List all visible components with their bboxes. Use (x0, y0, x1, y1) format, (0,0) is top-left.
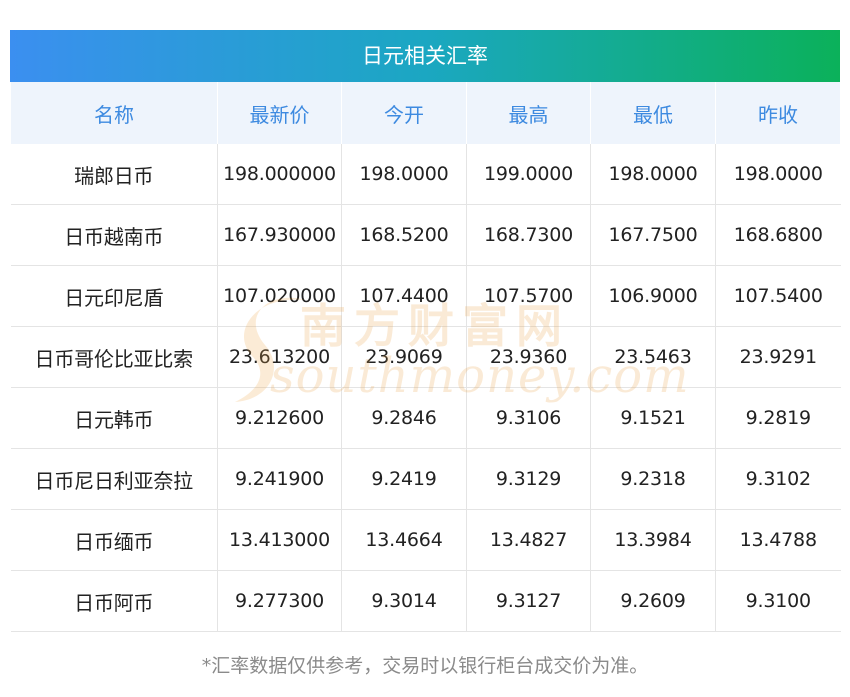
low-price-cell: 23.5463 (590, 326, 716, 388)
high-price-cell: 168.7300 (466, 204, 591, 266)
latest-price-cell: 23.613200 (217, 326, 342, 388)
open-price-cell: 23.9069 (341, 326, 467, 388)
low-price-cell: 106.9000 (590, 265, 716, 327)
column-header-latest: 最新价 (217, 82, 342, 144)
low-price-cell: 9.2318 (590, 448, 716, 510)
currency-pair-name: 日元印尼盾 (10, 265, 218, 327)
table-row: 日元韩币 9.212600 9.2846 9.3106 9.1521 9.281… (10, 387, 841, 449)
exchange-rate-card: 日元相关汇率 名称 最新价 今开 最高 最低 昨收 瑞郎日币 198.00000… (10, 30, 841, 632)
prev-close-cell: 198.0000 (715, 144, 841, 205)
prev-close-cell: 9.2819 (715, 387, 841, 449)
column-header-open: 今开 (341, 82, 467, 144)
currency-pair-name: 日币越南币 (10, 204, 218, 266)
column-header-name: 名称 (10, 82, 218, 144)
table-row: 日币越南币 167.930000 168.5200 168.7300 167.7… (10, 204, 841, 266)
open-price-cell: 107.4400 (341, 265, 467, 327)
open-price-cell: 9.3014 (341, 570, 467, 632)
open-price-cell: 168.5200 (341, 204, 467, 266)
high-price-cell: 199.0000 (466, 144, 591, 205)
currency-pair-name: 日币哥伦比亚比索 (10, 326, 218, 388)
low-price-cell: 167.7500 (590, 204, 716, 266)
table-row: 日币缅币 13.413000 13.4664 13.4827 13.3984 1… (10, 509, 841, 571)
currency-pair-name: 瑞郎日币 (10, 144, 218, 205)
table-title: 日元相关汇率 (10, 30, 840, 82)
low-price-cell: 198.0000 (590, 144, 716, 205)
high-price-cell: 9.3129 (466, 448, 591, 510)
high-price-cell: 9.3106 (466, 387, 591, 449)
open-price-cell: 13.4664 (341, 509, 467, 571)
table-row: 瑞郎日币 198.000000 198.0000 199.0000 198.00… (10, 144, 841, 205)
prev-close-cell: 9.3102 (715, 448, 841, 510)
latest-price-cell: 198.000000 (217, 144, 342, 205)
latest-price-cell: 9.277300 (217, 570, 342, 632)
column-header-prev-close: 昨收 (715, 82, 841, 144)
high-price-cell: 13.4827 (466, 509, 591, 571)
column-header-high: 最高 (466, 82, 591, 144)
table-header-row: 名称 最新价 今开 最高 最低 昨收 (10, 82, 841, 144)
currency-pair-name: 日币尼日利亚奈拉 (10, 448, 218, 510)
open-price-cell: 9.2419 (341, 448, 467, 510)
disclaimer-note: *汇率数据仅供参考，交易时以银行柜台成交价为准。 (201, 655, 649, 677)
currency-pair-name: 日元韩币 (10, 387, 218, 449)
currency-pair-name: 日币阿币 (10, 570, 218, 632)
latest-price-cell: 13.413000 (217, 509, 342, 571)
high-price-cell: 107.5700 (466, 265, 591, 327)
low-price-cell: 13.3984 (590, 509, 716, 571)
low-price-cell: 9.1521 (590, 387, 716, 449)
prev-close-cell: 13.4788 (715, 509, 841, 571)
latest-price-cell: 9.212600 (217, 387, 342, 449)
currency-pair-name: 日币缅币 (10, 509, 218, 571)
table-row: 日币尼日利亚奈拉 9.241900 9.2419 9.3129 9.2318 9… (10, 448, 841, 510)
open-price-cell: 9.2846 (341, 387, 467, 449)
prev-close-cell: 107.5400 (715, 265, 841, 327)
open-price-cell: 198.0000 (341, 144, 467, 205)
exchange-rate-table: 名称 最新价 今开 最高 最低 昨收 瑞郎日币 198.000000 198.0… (10, 82, 841, 632)
prev-close-cell: 23.9291 (715, 326, 841, 388)
high-price-cell: 23.9360 (466, 326, 591, 388)
latest-price-cell: 9.241900 (217, 448, 342, 510)
prev-close-cell: 168.6800 (715, 204, 841, 266)
table-row: 日币哥伦比亚比索 23.613200 23.9069 23.9360 23.54… (10, 326, 841, 388)
high-price-cell: 9.3127 (466, 570, 591, 632)
latest-price-cell: 107.020000 (217, 265, 342, 327)
column-header-low: 最低 (590, 82, 716, 144)
table-row: 日元印尼盾 107.020000 107.4400 107.5700 106.9… (10, 265, 841, 327)
table-row: 日币阿币 9.277300 9.3014 9.3127 9.2609 9.310… (10, 570, 841, 632)
prev-close-cell: 9.3100 (715, 570, 841, 632)
latest-price-cell: 167.930000 (217, 204, 342, 266)
low-price-cell: 9.2609 (590, 570, 716, 632)
